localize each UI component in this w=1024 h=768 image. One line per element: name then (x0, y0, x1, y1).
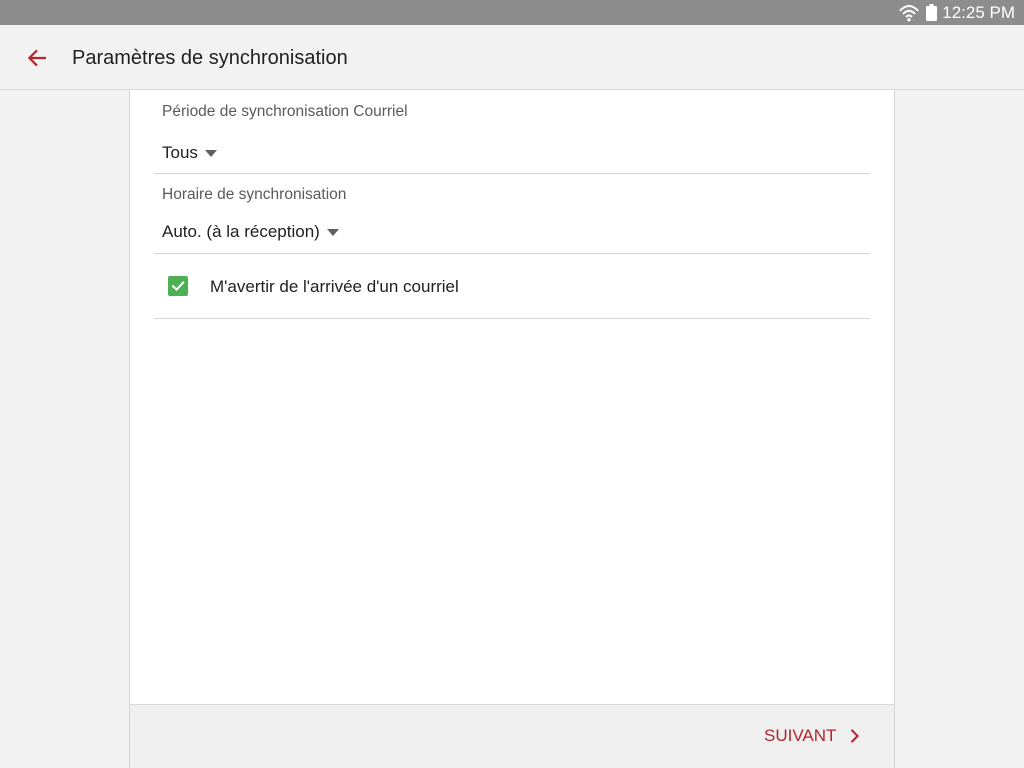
settings-card: Période de synchronisation Courriel Tous… (129, 90, 895, 768)
sync-period-label: Période de synchronisation Courriel (162, 103, 408, 120)
back-button[interactable] (18, 40, 54, 76)
checkmark-icon (171, 281, 185, 292)
notify-new-email-row[interactable]: M'avertir de l'arrivée d'un courriel (154, 254, 870, 318)
sync-schedule-dropdown[interactable]: Auto. (à la réception) (162, 220, 339, 244)
divider (154, 173, 870, 174)
footer-bar: SUIVANT (130, 704, 894, 768)
app-bar: Paramètres de synchronisation (0, 25, 1024, 90)
wifi-icon (899, 5, 919, 22)
sync-schedule-label: Horaire de synchronisation (162, 186, 347, 203)
dropdown-arrow-icon (326, 228, 339, 236)
notify-checkbox[interactable] (168, 276, 188, 296)
battery-icon (926, 4, 937, 21)
divider (154, 318, 870, 319)
sync-period-dropdown[interactable]: Tous (162, 141, 217, 165)
status-bar: 12:25 PM (0, 0, 1024, 25)
dropdown-arrow-icon (204, 149, 217, 157)
sync-schedule-value: Auto. (à la réception) (162, 222, 320, 241)
page-title: Paramètres de synchronisation (72, 47, 348, 69)
sync-period-value: Tous (162, 143, 198, 162)
status-time: 12:25 PM (942, 3, 1015, 22)
next-button[interactable]: SUIVANT (754, 714, 870, 758)
next-button-label: SUIVANT (764, 726, 837, 745)
back-arrow-icon (27, 49, 46, 67)
chevron-right-icon (851, 729, 860, 743)
notify-checkbox-label: M'avertir de l'arrivée d'un courriel (210, 277, 459, 296)
